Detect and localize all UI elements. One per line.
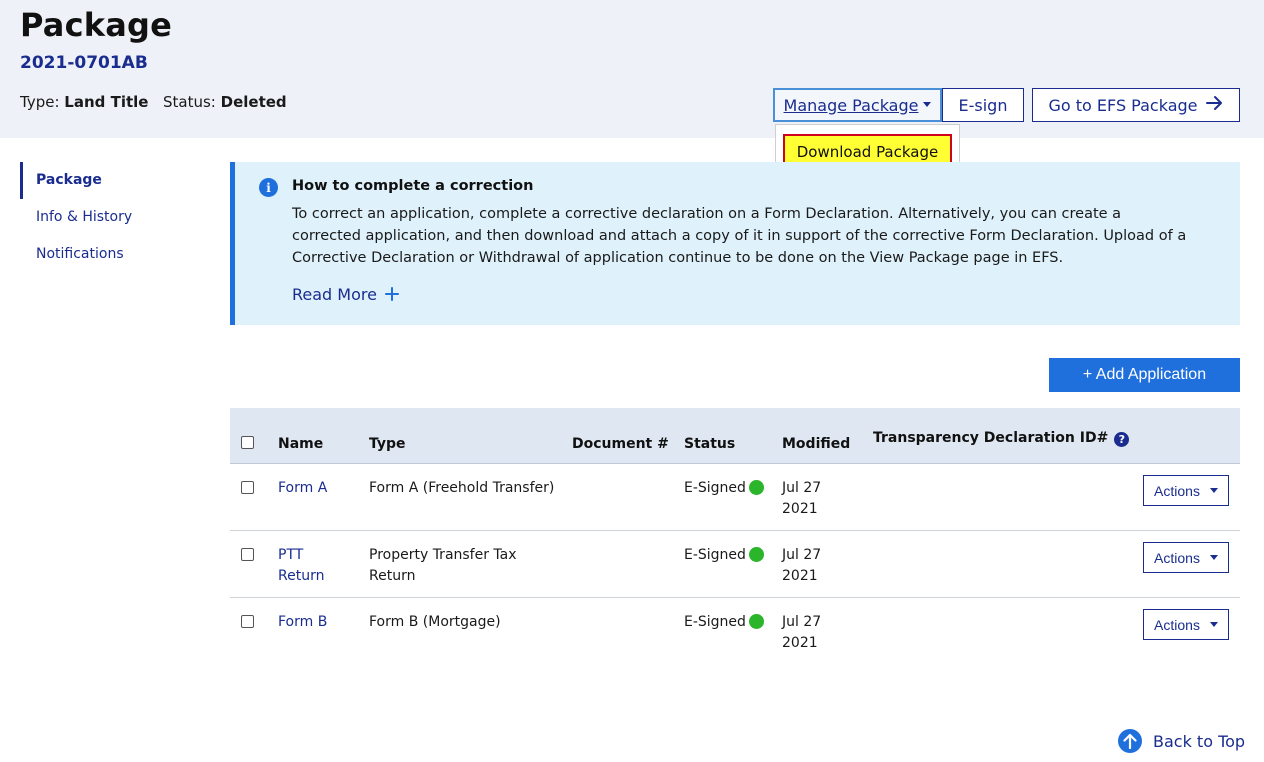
row-checkbox[interactable] [241, 481, 254, 494]
row-status: E-Signed [684, 612, 764, 633]
package-status: Status: Deleted [163, 93, 287, 111]
row-name-link[interactable]: Form B [278, 612, 327, 633]
row-actions-button[interactable]: Actions [1143, 609, 1229, 640]
go-to-efs-label: Go to EFS Package [1048, 95, 1198, 115]
row-name-link[interactable]: PTT Return [278, 545, 324, 587]
arrow-right-icon [1205, 94, 1224, 116]
row-modified-line1: Jul 27 [782, 547, 822, 563]
row-name-line1: Form B [278, 614, 328, 630]
info-title: How to complete a correction [292, 178, 534, 194]
header-status: Status [684, 436, 736, 452]
header-name: Name [278, 436, 324, 452]
back-to-top-label: Back to Top [1153, 731, 1246, 751]
table-row: PTT Return Property Transfer Tax Return E-… [230, 531, 1240, 598]
row-status: E-Signed [684, 478, 764, 499]
status-dot-icon [748, 547, 764, 562]
row-actions-label: Actions [1154, 616, 1200, 633]
sidebar-item-package[interactable]: Package [20, 162, 200, 199]
row-modified: Jul 27 2021 [782, 545, 821, 587]
status-label: Status: [163, 93, 216, 111]
sidebar-nav: Package Info & History Notifications [20, 162, 200, 273]
header-modified: Modified [782, 436, 851, 452]
plus-icon [384, 282, 399, 307]
select-all-checkbox[interactable] [241, 436, 254, 449]
row-type-line1: Property Transfer Tax [369, 547, 517, 563]
esign-button[interactable]: E-sign [942, 88, 1024, 122]
caret-down-icon [1209, 622, 1218, 627]
row-checkbox[interactable] [241, 548, 254, 561]
row-actions-label: Actions [1154, 482, 1200, 499]
applications-table: Name Type Document # Status Modified Tra… [230, 408, 1240, 665]
table-row: Form A Form A (Freehold Transfer) E-Sign… [230, 464, 1240, 531]
manage-package-label: Manage Package [783, 95, 919, 115]
row-name-line1: PTT [278, 547, 304, 563]
read-more-label: Read More [292, 285, 377, 304]
help-icon[interactable]: ? [1114, 432, 1130, 447]
row-actions-label: Actions [1154, 549, 1200, 566]
status-dot-icon [748, 480, 764, 495]
back-to-top-link[interactable]: Back to Top [1118, 729, 1245, 753]
read-more-link[interactable]: Read More [292, 282, 399, 307]
row-modified: Jul 27 2021 [782, 478, 821, 520]
sidebar-item-notifications[interactable]: Notifications [20, 236, 200, 273]
row-modified-line1: Jul 27 [782, 480, 822, 496]
row-actions-button[interactable]: Actions [1143, 475, 1229, 506]
package-id: 2021-0701AB [20, 53, 148, 73]
row-status-label: E-Signed [684, 547, 746, 563]
table-header: Name Type Document # Status Modified Tra… [230, 408, 1240, 464]
type-value: Land Title [64, 93, 149, 111]
caret-down-icon [1209, 488, 1218, 493]
row-type: Property Transfer Tax Return [369, 545, 517, 587]
add-application-button[interactable]: + Add Application [1049, 358, 1240, 392]
row-checkbox[interactable] [241, 615, 254, 628]
row-name-line1: Form A [278, 480, 328, 496]
header-document: Document # [572, 436, 669, 452]
sidebar-item-info-history[interactable]: Info & History [20, 199, 200, 236]
arrow-up-circle-icon [1118, 729, 1142, 753]
row-modified-line2: 2021 [782, 501, 818, 517]
row-modified: Jul 27 2021 [782, 612, 821, 654]
row-name-link[interactable]: Form A [278, 478, 327, 499]
status-dot-icon [748, 614, 764, 629]
caret-down-icon [1209, 555, 1218, 560]
page-title: Package [20, 6, 173, 44]
go-to-efs-package-button[interactable]: Go to EFS Package [1032, 88, 1240, 122]
row-modified-line2: 2021 [782, 568, 818, 584]
header-type: Type [369, 436, 406, 452]
row-type: Form B (Mortgage) [369, 612, 501, 633]
type-label: Type: [20, 93, 60, 111]
row-modified-line1: Jul 27 [782, 614, 822, 630]
package-type: Type: Land Title [20, 93, 148, 111]
row-type: Form A (Freehold Transfer) [369, 478, 554, 499]
status-value: Deleted [220, 93, 287, 111]
row-status-label: E-Signed [684, 480, 746, 496]
info-body: To correct an application, complete a co… [292, 206, 1187, 266]
row-status-label: E-Signed [684, 614, 746, 630]
header-transparency: Transparency Declaration ID#? [873, 430, 1130, 447]
manage-package-button[interactable]: Manage Package [773, 88, 942, 122]
row-name-line2: Return [278, 568, 325, 584]
row-actions-button[interactable]: Actions [1143, 542, 1229, 573]
row-status: E-Signed [684, 545, 764, 566]
table-row: Form B Form B (Mortgage) E-Signed Jul 27… [230, 598, 1240, 665]
row-modified-line2: 2021 [782, 635, 818, 651]
info-circle-icon: i [259, 178, 278, 197]
row-type-line1: Form B (Mortgage) [369, 614, 501, 630]
caret-down-icon [923, 101, 932, 107]
row-type-line2: Return [369, 568, 416, 584]
info-callout: i How to complete a correction To correc… [230, 162, 1240, 325]
header-transparency-label: Transparency Declaration ID# [873, 430, 1109, 446]
page-header: Package 2021-0701AB Type: Land Title Sta… [0, 0, 1264, 138]
row-type-line1: Form A (Freehold Transfer) [369, 480, 555, 496]
